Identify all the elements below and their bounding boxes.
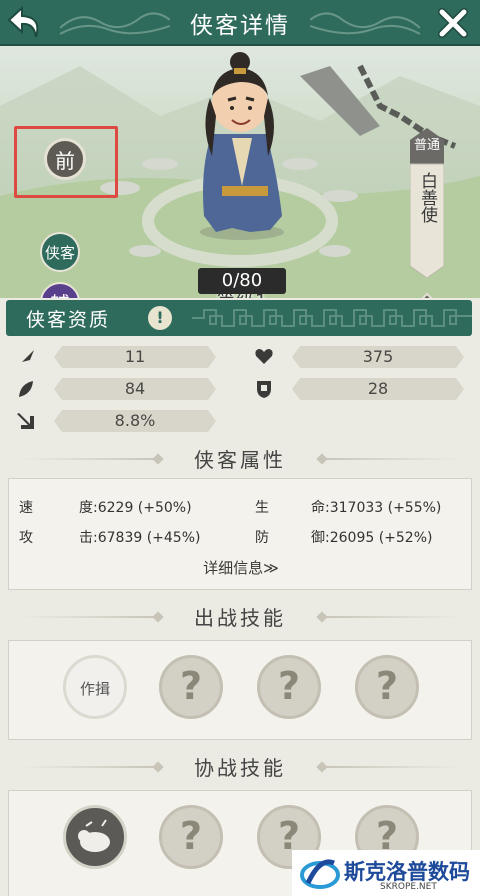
leaf-icon xyxy=(19,381,33,397)
skill-label: 作揖 xyxy=(79,680,110,698)
role-xiake-badge[interactable]: 侠客 xyxy=(40,232,80,272)
aptitude-header: 侠客资质 ! xyxy=(6,300,472,336)
skill-assist-1[interactable] xyxy=(63,805,127,869)
divider xyxy=(320,458,460,460)
stat-value: 8.8% xyxy=(54,410,216,432)
attr-label: 攻 xyxy=(19,530,33,546)
attr-attack: 攻 xyxy=(19,527,33,547)
attributes-panel: 速 度:6229 (+50%) 生 命:317033 (+55%) 攻 击:67… xyxy=(8,478,472,590)
fret-pattern xyxy=(192,309,472,327)
detail-info-link[interactable]: 详细信息≫ xyxy=(9,557,473,578)
attr-hp: 生 xyxy=(255,497,269,517)
attr-value: :317033 (+55%) xyxy=(325,500,442,516)
exp-bar: 0/80 xyxy=(198,268,286,294)
attr-value: :67839 (+45%) xyxy=(93,530,201,546)
divider xyxy=(320,616,460,618)
question-icon: ? xyxy=(375,664,399,708)
feather-icon xyxy=(18,350,34,366)
stat-hp: 375 xyxy=(254,346,466,368)
attr-label: 命 xyxy=(311,500,325,516)
stat-value: 11 xyxy=(54,346,216,368)
watermark: 斯克洛普数码 SKROPE.NET xyxy=(292,850,480,896)
character-scene: 前 侠客 辅 普通 白善使 等级1 xyxy=(0,46,480,298)
attr-label: 度 xyxy=(79,500,93,516)
shield-icon xyxy=(257,381,271,398)
attr-attack-value: 击:67839 (+45%) xyxy=(79,527,200,547)
tier-label: 普通 xyxy=(413,138,440,153)
attr-hp-value: 命:317033 (+55%) xyxy=(311,497,441,517)
attr-label: 御 xyxy=(311,530,325,546)
attr-label: 击 xyxy=(79,530,93,546)
arrow-icon xyxy=(17,413,34,429)
attr-value: :26095 (+52%) xyxy=(325,530,433,546)
stat-attack: 84 xyxy=(16,378,216,400)
stat-value: 375 xyxy=(292,346,464,368)
attr-defense-value: 御:26095 (+52%) xyxy=(311,527,432,547)
stat-value: 84 xyxy=(54,378,216,400)
character-name: 白善使 xyxy=(417,172,437,223)
attr-speed-value: 度:6229 (+50%) xyxy=(79,497,192,517)
aptitude-title: 侠客资质 xyxy=(26,309,111,331)
skill-locked[interactable]: ? xyxy=(159,655,223,719)
attr-value: :6229 (+50%) xyxy=(93,500,192,516)
name-banner: 普通 白善使 xyxy=(410,128,444,278)
question-icon: ? xyxy=(179,814,203,858)
skill-zuoyi[interactable]: 作揖 xyxy=(63,655,127,719)
skill-locked[interactable]: ? xyxy=(257,655,321,719)
attr-label: 速 xyxy=(19,500,33,516)
divider xyxy=(320,766,460,768)
info-icon[interactable]: ! xyxy=(148,306,172,330)
lock-icon[interactable] xyxy=(408,292,446,298)
sheep-icon xyxy=(78,819,110,852)
attr-defense: 防 xyxy=(255,527,269,547)
header-bar: 侠客详情 xyxy=(0,0,480,46)
skill-locked[interactable]: ? xyxy=(159,805,223,869)
stat-crit: 8.8% xyxy=(16,410,216,432)
page-title: 侠客详情 xyxy=(190,13,290,39)
logo-icon xyxy=(300,859,340,889)
stat-speed: 11 xyxy=(16,346,216,368)
battle-skills-panel: 作揖 ? ? ? xyxy=(8,640,472,740)
attr-speed: 速 xyxy=(19,497,33,517)
position-front-button[interactable]: 前 xyxy=(44,138,86,180)
skill-locked[interactable]: ? xyxy=(355,655,419,719)
question-icon: ? xyxy=(277,664,301,708)
attr-label: 生 xyxy=(255,500,269,516)
watermark-url: SKROPE.NET xyxy=(380,882,437,892)
attr-label: 防 xyxy=(255,530,269,546)
stat-value: 28 xyxy=(292,378,464,400)
question-icon: ? xyxy=(179,664,203,708)
heart-icon xyxy=(255,349,273,364)
stat-defense: 28 xyxy=(254,378,466,400)
close-icon[interactable] xyxy=(434,4,472,42)
